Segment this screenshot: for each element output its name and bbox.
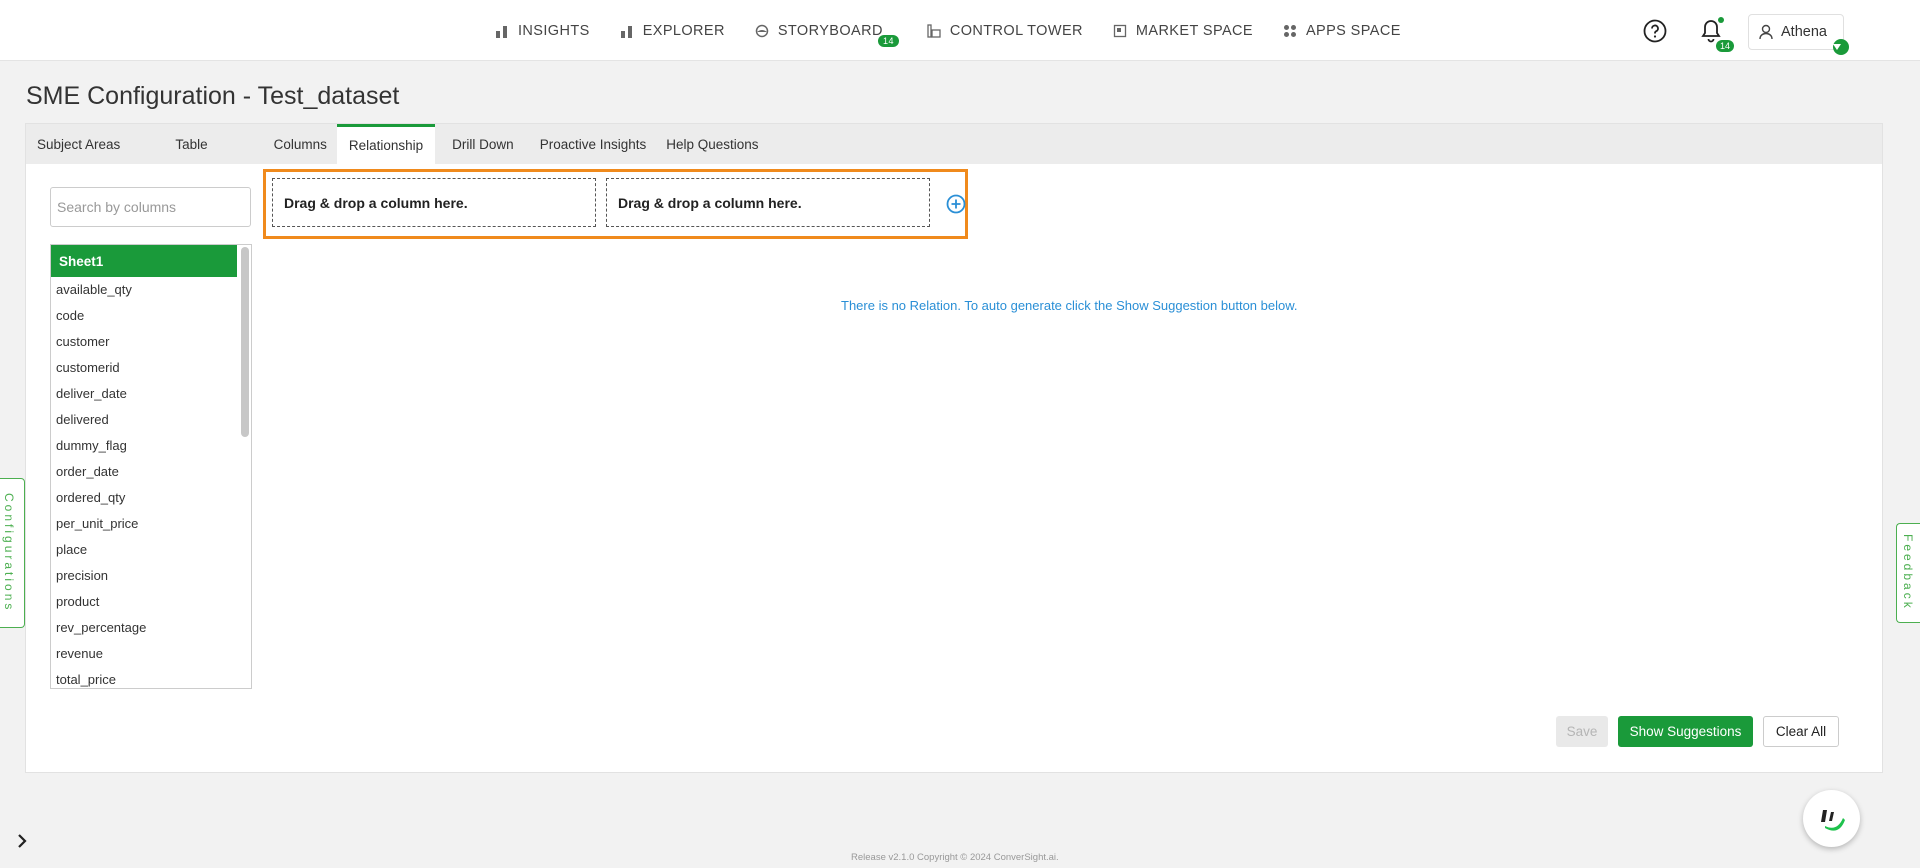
column-item[interactable]: order_date <box>51 459 237 485</box>
column-item[interactable]: delivered <box>51 407 237 433</box>
save-button[interactable]: Save <box>1556 716 1608 747</box>
nav-explorer-label: EXPLORER <box>642 22 725 39</box>
column-list: available_qty code customer customerid d… <box>51 277 237 688</box>
market-space-icon <box>1113 24 1127 37</box>
clear-all-button[interactable]: Clear All <box>1763 716 1839 747</box>
caret-down-icon[interactable] <box>1833 39 1849 55</box>
column-item[interactable]: product <box>51 589 237 615</box>
nav-market-space-label: MARKET SPACE <box>1135 22 1253 39</box>
column-list-scrollbar[interactable] <box>241 247 249 437</box>
column-item[interactable]: available_qty <box>51 277 237 303</box>
configurations-label: Configurations <box>2 493 16 613</box>
column-item[interactable]: total_price <box>51 667 237 688</box>
nav-insights-label: INSIGHTS <box>518 22 590 39</box>
control-tower-icon <box>927 23 941 38</box>
bar-chart-icon <box>496 25 507 38</box>
bar-chart-icon <box>620 25 632 38</box>
user-name: Athena <box>1781 24 1827 40</box>
relationship-builder: Drag & drop a column here. Drag & drop a… <box>263 169 968 239</box>
chat-assistant-button[interactable] <box>1803 790 1860 847</box>
show-suggestions-button[interactable]: Show Suggestions <box>1618 716 1753 747</box>
configurations-side-tab[interactable]: Configurations <box>0 478 25 628</box>
tab-proactive-insights[interactable]: Proactive Insights <box>527 124 656 164</box>
tab-drill-down[interactable]: Drill Down <box>435 124 527 164</box>
nav-control-tower[interactable]: CONTROL TOWER <box>927 23 1083 39</box>
nav-apps-space-label: APPS SPACE <box>1305 22 1401 39</box>
tab-relationship[interactable]: Relationship <box>336 124 436 164</box>
tab-help-questions[interactable]: Help Questions <box>655 124 769 164</box>
nav-storyboard-label: STORYBOARD <box>777 22 883 39</box>
notification-dot <box>1718 17 1724 23</box>
dropzone-right[interactable]: Drag & drop a column here. <box>606 178 930 227</box>
config-card: Subject Areas Table Columns Relationship… <box>25 123 1883 773</box>
add-circle-icon[interactable] <box>946 194 966 214</box>
storyboard-icon <box>755 24 769 37</box>
column-item[interactable]: rev_percentage <box>51 615 237 641</box>
column-item[interactable]: deliver_date <box>51 381 237 407</box>
column-list-panel: Sheet1 available_qty code customer custo… <box>50 244 252 689</box>
tab-table[interactable]: Table <box>164 124 262 164</box>
column-item[interactable]: code <box>51 303 237 329</box>
column-item[interactable]: dummy_flag <box>51 433 237 459</box>
column-item[interactable]: customerid <box>51 355 237 381</box>
nav-storyboard[interactable]: STORYBOARD 14 <box>755 22 899 47</box>
column-item[interactable]: place <box>51 537 237 563</box>
column-item[interactable]: per_unit_price <box>51 511 237 537</box>
nav-apps-space[interactable]: APPS SPACE <box>1283 23 1401 39</box>
apps-grid-icon <box>1283 24 1296 37</box>
column-item[interactable]: precision <box>51 563 237 589</box>
main-nav: INSIGHTS EXPLORER STORYBOARD 14 CONTROL … <box>495 0 1431 61</box>
nav-insights[interactable]: INSIGHTS <box>495 23 590 39</box>
page-title: SME Configuration - Test_dataset <box>26 82 400 110</box>
dropzone-left[interactable]: Drag & drop a column here. <box>272 178 596 227</box>
column-item[interactable]: customer <box>51 329 237 355</box>
column-item[interactable]: revenue <box>51 641 237 667</box>
sheet-header[interactable]: Sheet1 <box>51 245 237 277</box>
no-relation-message: There is no Relation. To auto generate c… <box>841 298 1298 313</box>
nav-control-tower-label: CONTROL TOWER <box>949 22 1083 39</box>
tab-subject-areas[interactable]: Subject Areas <box>26 124 164 164</box>
top-navbar: INSIGHTS EXPLORER STORYBOARD 14 CONTROL … <box>0 0 1920 61</box>
assistant-logo-icon <box>1820 809 1845 831</box>
chevron-right-icon[interactable] <box>16 833 28 849</box>
notification-badge: 14 <box>1716 40 1735 52</box>
user-icon <box>1759 24 1773 40</box>
search-columns-input[interactable] <box>50 187 251 227</box>
nav-explorer[interactable]: EXPLORER <box>620 23 725 39</box>
feedback-label: Feedback <box>1901 534 1915 611</box>
feedback-side-tab[interactable]: Feedback <box>1896 523 1920 623</box>
footer-copyright: Release v2.1.0 Copyright © 2024 ConverSi… <box>851 852 1059 863</box>
storyboard-badge: 14 <box>878 34 899 47</box>
column-item[interactable]: ordered_qty <box>51 485 237 511</box>
user-menu[interactable]: Athena <box>1748 14 1849 55</box>
tab-columns[interactable]: Columns <box>263 124 337 164</box>
nav-market-space[interactable]: MARKET SPACE <box>1113 23 1253 39</box>
help-icon[interactable] <box>1643 19 1667 43</box>
tab-bar: Subject Areas Table Columns Relationship… <box>26 124 1882 164</box>
